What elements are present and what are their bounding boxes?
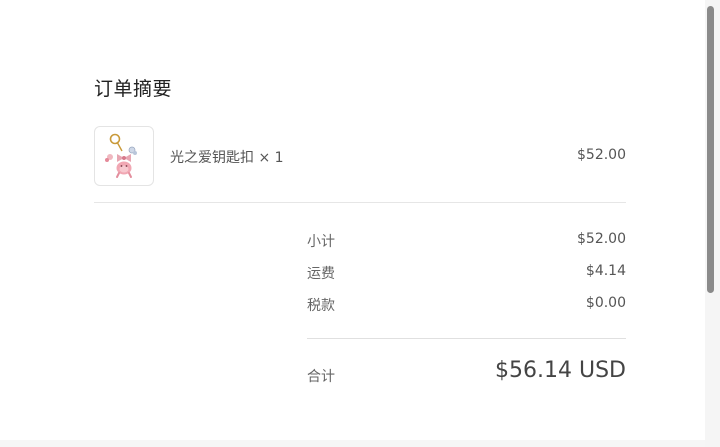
item-price: $52.00 bbox=[577, 147, 626, 163]
subtotal-value: $52.00 bbox=[577, 231, 626, 247]
footer-strip bbox=[0, 440, 720, 447]
shipping-row: 运费 $4.14 bbox=[307, 263, 626, 283]
order-summary-title: 订单摘要 bbox=[94, 78, 173, 100]
shipping-value: $4.14 bbox=[585, 263, 626, 279]
total-label: 合计 bbox=[307, 369, 335, 385]
total-row: 合计 $56.14 USD bbox=[307, 358, 626, 390]
shipping-label: 运费 bbox=[307, 266, 335, 282]
tax-label: 税款 bbox=[307, 298, 335, 314]
divider bbox=[307, 338, 626, 339]
keychain-product-image bbox=[94, 126, 154, 186]
item-name: 光之爱钥匙扣 × 1 bbox=[170, 150, 284, 166]
scrollbar-thumb[interactable] bbox=[707, 6, 714, 293]
subtotal-label: 小计 bbox=[307, 234, 335, 250]
divider bbox=[94, 202, 626, 203]
tax-row: 税款 $0.00 bbox=[307, 295, 626, 315]
tax-value: $0.00 bbox=[585, 295, 626, 311]
total-value: $56.14 USD bbox=[495, 358, 626, 383]
line-item: 光之爱钥匙扣 × 1 $52.00 bbox=[94, 126, 626, 186]
keychain-illustration bbox=[105, 133, 137, 178]
subtotal-row: 小计 $52.00 bbox=[307, 231, 626, 251]
order-summary-page: 订单摘要 光之爱钥匙扣 × 1 $52.00 小计 $52.00 运费 $4.1… bbox=[0, 0, 720, 447]
